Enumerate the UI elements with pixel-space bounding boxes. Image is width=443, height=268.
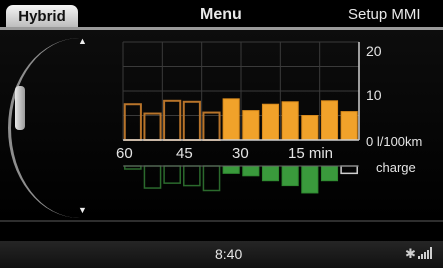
consumption-bar — [320, 100, 339, 141]
consumption-bar — [182, 100, 201, 141]
signal-strength-icon — [418, 247, 432, 259]
charge-bar — [202, 165, 221, 192]
y-tick-10: 10 — [366, 87, 382, 103]
charge-bar — [222, 165, 240, 174]
consumption-bar — [143, 112, 162, 141]
consumption-bar — [222, 98, 240, 141]
charge-bar — [143, 165, 162, 189]
charge-bar — [242, 165, 260, 177]
consumption-bar — [340, 111, 358, 141]
charge-bars — [124, 165, 358, 194]
consumption-bar — [301, 115, 319, 141]
bottom-separator — [0, 220, 443, 222]
x-tick-45: 45 — [176, 145, 193, 162]
charge-label: charge — [376, 160, 416, 175]
consumption-bar — [123, 103, 142, 142]
charge-bar — [320, 165, 339, 182]
charge-bar — [281, 165, 299, 187]
charge-bar — [340, 165, 358, 175]
charge-bar — [163, 165, 181, 184]
bluetooth-icon: ✱ — [405, 246, 416, 261]
consumption-bar — [163, 99, 182, 142]
clock: 8:40 — [215, 246, 243, 262]
consumption-bar — [281, 101, 299, 141]
consumption-bar — [202, 111, 221, 141]
y-tick-0: 0 l/100km — [366, 134, 422, 149]
x-tick-60: 60 — [116, 145, 133, 162]
y-tick-20: 20 — [366, 43, 382, 59]
consumption-bar — [261, 103, 280, 141]
x-tick-30: 30 — [232, 145, 249, 162]
charge-bar — [301, 165, 319, 194]
charge-bar — [261, 165, 280, 182]
charge-bar — [183, 165, 201, 187]
consumption-bar — [242, 110, 260, 141]
x-tick-15: 15 min — [288, 145, 333, 162]
consumption-chart: 20 10 0 l/100km 60 45 30 15 min charge — [116, 41, 422, 194]
